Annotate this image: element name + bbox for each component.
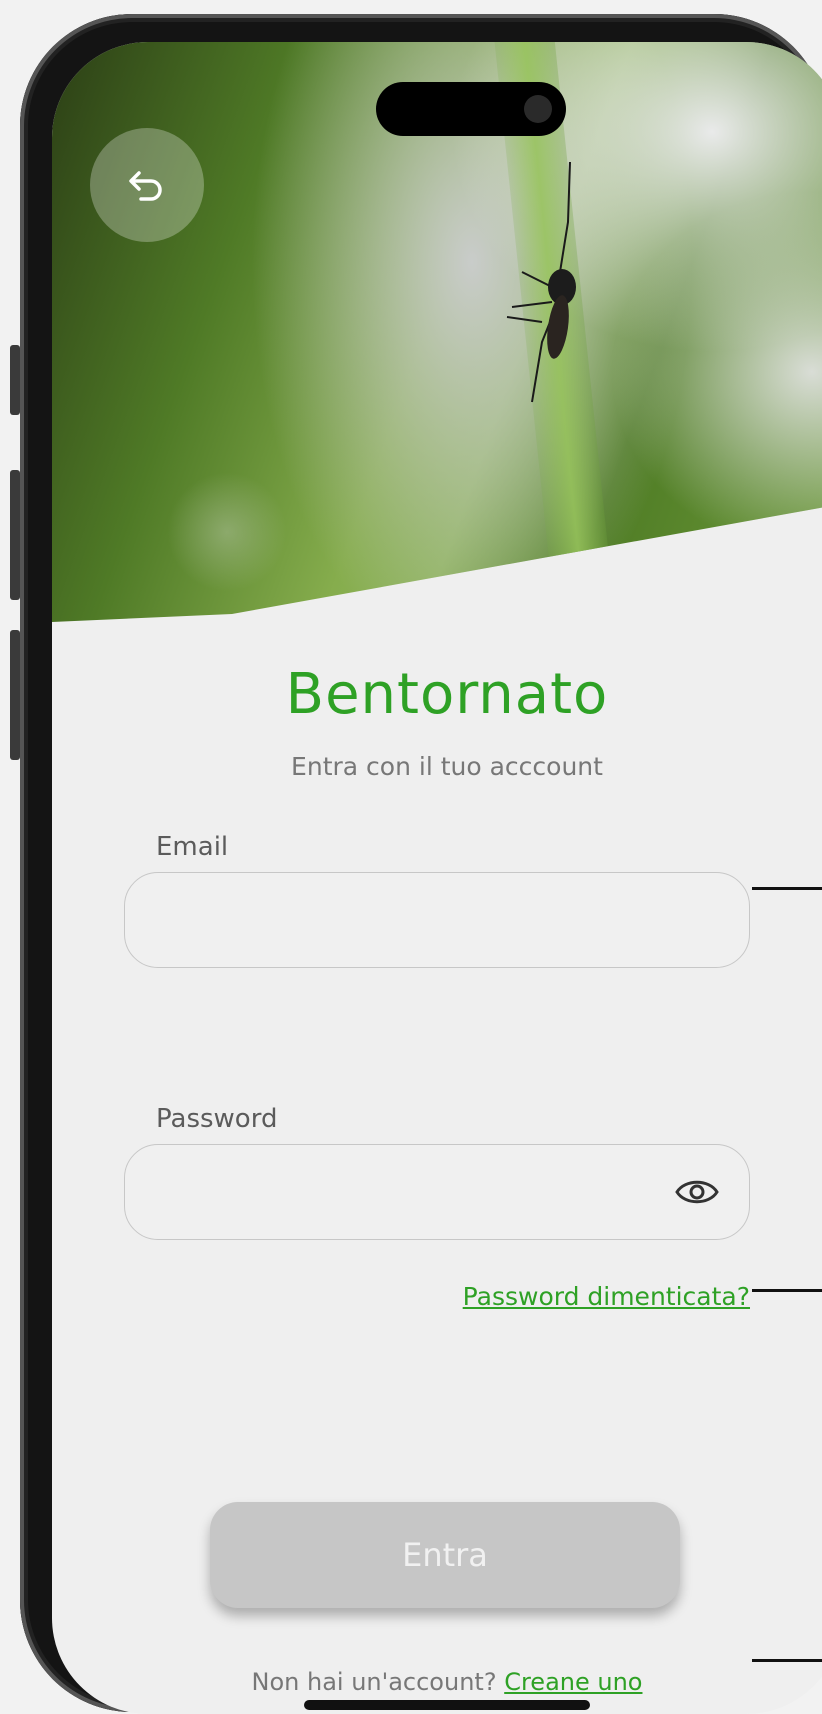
password-field[interactable] bbox=[124, 1144, 750, 1240]
annotation-line-signup bbox=[752, 1659, 822, 1662]
home-indicator bbox=[304, 1700, 590, 1710]
signup-prompt-text: Non hai un'account? bbox=[251, 1668, 497, 1696]
eye-icon[interactable] bbox=[675, 1175, 719, 1209]
email-label: Email bbox=[156, 832, 229, 862]
create-account-link[interactable]: Creane uno bbox=[504, 1668, 642, 1696]
welcome-subtitle: Entra con il tuo acccount bbox=[291, 752, 603, 781]
volume-up-button bbox=[10, 470, 20, 600]
mute-switch bbox=[10, 345, 20, 415]
annotation-line-forgot bbox=[752, 1289, 822, 1292]
annotation-line-email bbox=[752, 887, 822, 890]
signup-prompt: Non hai un'account? Creane uno bbox=[52, 1668, 822, 1696]
undo-arrow-icon bbox=[129, 171, 162, 201]
phone-frame: Bentornato Entra con il tuo acccount Ema… bbox=[20, 14, 822, 1714]
back-button[interactable] bbox=[90, 128, 204, 242]
volume-down-button bbox=[10, 630, 20, 760]
mosquito-image bbox=[506, 162, 576, 403]
dynamic-island bbox=[376, 82, 566, 136]
password-label: Password bbox=[156, 1104, 278, 1134]
welcome-title: Bentornato bbox=[285, 662, 609, 727]
login-button[interactable]: Entra bbox=[210, 1502, 680, 1608]
email-field[interactable] bbox=[124, 872, 750, 968]
forgot-password-link[interactable]: Password dimenticata? bbox=[463, 1282, 750, 1311]
login-screen: Bentornato Entra con il tuo acccount Ema… bbox=[52, 42, 822, 1714]
